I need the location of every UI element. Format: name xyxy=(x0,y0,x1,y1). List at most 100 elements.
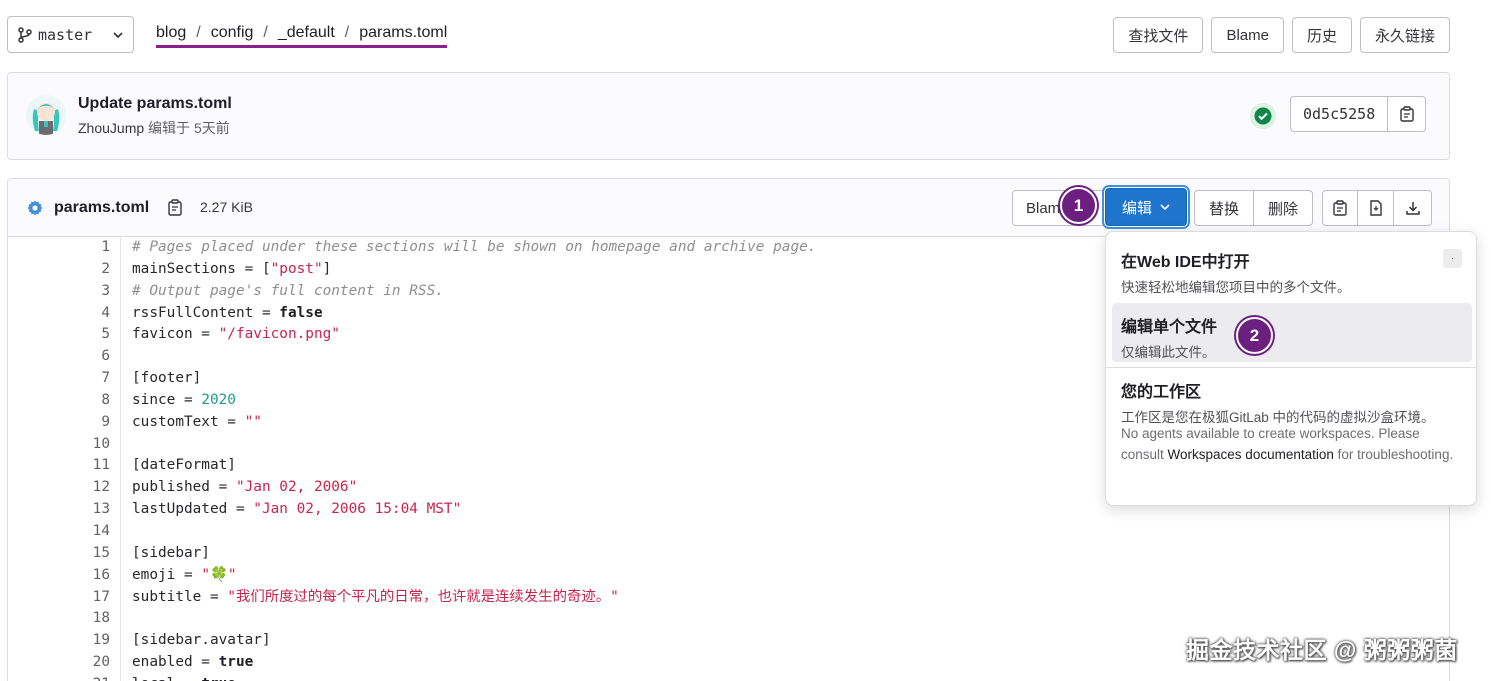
menu-item-edit-single-file[interactable]: 编辑单个文件 仅编辑此文件。 xyxy=(1112,303,1472,362)
line-number[interactable]: 7 xyxy=(8,368,110,390)
menu-item-description: 快速轻松地编辑您项目中的多个文件。 xyxy=(1121,280,1351,295)
workspaces-docs-link[interactable]: Workspaces documentation xyxy=(1168,447,1334,462)
edit-button-label: 编辑 xyxy=(1121,199,1152,217)
line-content: customText = "" xyxy=(132,413,262,430)
code-line: 15 [sidebar] xyxy=(8,542,1449,565)
line-content: # Pages placed under these sections will… xyxy=(132,239,817,255)
branch-icon xyxy=(18,26,32,43)
replace-button[interactable]: 替换 xyxy=(1194,190,1255,226)
raw-file-icon xyxy=(1369,200,1383,216)
line-number[interactable]: 6 xyxy=(8,346,110,368)
line-content: published = "Jan 02, 2006" xyxy=(132,479,358,496)
commit-time: 5天前 xyxy=(193,120,230,136)
line-number[interactable]: 11 xyxy=(8,455,110,477)
find-file-button[interactable]: 查找文件 xyxy=(1113,17,1204,53)
avatar[interactable] xyxy=(26,95,66,135)
line-number[interactable]: 1 xyxy=(8,237,110,259)
commit-meta: ZhouJump 编辑于 5天前 xyxy=(78,118,230,138)
workspaces-note: No agents available to create workspaces… xyxy=(1121,424,1461,465)
line-number[interactable]: 18 xyxy=(8,608,110,630)
commit-title[interactable]: Update params.toml xyxy=(78,95,232,113)
copy-sha-button[interactable] xyxy=(1388,96,1427,132)
line-number[interactable]: 21 xyxy=(8,674,110,681)
line-number[interactable]: 8 xyxy=(8,390,110,412)
history-button[interactable]: 历史 xyxy=(1291,17,1352,53)
line-content: local = true xyxy=(121,674,236,681)
branch-selector-button[interactable]: master xyxy=(7,16,134,53)
commit-sha-group: 0d5c5258 xyxy=(1290,96,1427,132)
line-number[interactable]: 13 xyxy=(8,499,110,521)
line-number[interactable]: 16 xyxy=(8,565,110,587)
breadcrumb-item-file[interactable]: params.toml xyxy=(359,24,447,42)
file-actions-group xyxy=(1322,190,1432,226)
step-badge-2: 2 xyxy=(1236,317,1273,354)
line-number[interactable]: 20 xyxy=(8,652,110,674)
line-content xyxy=(121,434,132,456)
breadcrumb-item-default[interactable]: _default xyxy=(278,24,335,42)
line-content xyxy=(121,346,132,368)
line-content: subtitle = "我们所度过的每个平凡的日常，也许就是连续发生的奇迹。" xyxy=(132,588,619,605)
line-number[interactable]: 5 xyxy=(8,324,110,346)
gear-file-icon xyxy=(26,199,44,217)
keyboard-shortcut-badge: · xyxy=(1443,249,1462,268)
breadcrumb-separator: / xyxy=(263,23,268,41)
chevron-down-icon xyxy=(113,31,123,38)
menu-item-title: 编辑单个文件 xyxy=(1121,319,1218,336)
copy-icon xyxy=(1400,106,1414,122)
file-size: 2.27 KiB xyxy=(200,199,253,215)
copy-contents-button[interactable] xyxy=(1322,190,1358,226)
menu-section-description: 工作区是您在极狐GitLab 中的代码的虚拟沙盒环境。 xyxy=(1121,410,1435,425)
line-content: favicon = "/favicon.png" xyxy=(132,326,340,343)
breadcrumb-separator: / xyxy=(196,23,201,41)
line-number[interactable]: 14 xyxy=(8,521,110,543)
breadcrumb-item-blog[interactable]: blog xyxy=(156,24,186,42)
note-text: for troubleshooting. xyxy=(1333,446,1454,462)
top-actions: 查找文件 Blame 历史 永久链接 xyxy=(1113,17,1450,53)
line-number[interactable]: 15 xyxy=(8,543,110,565)
file-name: params.toml xyxy=(54,199,150,216)
code-line: 16 emoji = "🍀" xyxy=(8,564,1449,587)
copy-file-path-icon[interactable] xyxy=(168,198,182,216)
pipeline-status-icon[interactable] xyxy=(1250,103,1276,129)
menu-item-title: 在Web IDE中打开 xyxy=(1121,254,1250,271)
watermark: 掘金技术社区 @ 粥粥粥菌 xyxy=(1186,637,1458,663)
edit-dropdown-menu: 在Web IDE中打开 快速轻松地编辑您项目中的多个文件。 · 编辑单个文件 仅… xyxy=(1105,231,1477,506)
code-line: 17 subtitle = "我们所度过的每个平凡的日常，也许就是连续发生的奇迹。… xyxy=(8,586,1449,609)
blame-button[interactable]: Blame xyxy=(1211,17,1284,53)
commit-author[interactable]: ZhouJump xyxy=(78,120,144,136)
last-commit-card: Update params.toml ZhouJump 编辑于 5天前 0d5c… xyxy=(7,72,1450,160)
breadcrumb: blog / config / _default / params.toml xyxy=(156,22,448,48)
permalink-button[interactable]: 永久链接 xyxy=(1359,17,1450,53)
line-number[interactable]: 2 xyxy=(8,259,110,281)
line-content: [sidebar.avatar] xyxy=(132,632,271,649)
commit-sha-button[interactable]: 0d5c5258 xyxy=(1290,96,1389,132)
edit-dropdown-button[interactable]: 编辑 xyxy=(1105,188,1187,226)
line-content: [dateFormat] xyxy=(132,457,236,474)
download-button[interactable] xyxy=(1394,190,1432,226)
code-line: 14 xyxy=(8,520,1449,543)
menu-section-title: 您的工作区 xyxy=(1121,384,1202,401)
breadcrumb-separator: / xyxy=(344,23,350,41)
line-number[interactable]: 12 xyxy=(8,477,110,499)
line-number[interactable]: 17 xyxy=(8,587,110,609)
open-raw-button[interactable] xyxy=(1358,190,1394,226)
line-content: lastUpdated = "Jan 02, 2006 15:04 MST" xyxy=(132,501,462,518)
file-header: params.toml 2.27 KiB Blame 编辑 替换 删除 xyxy=(8,179,1449,237)
breadcrumb-item-config[interactable]: config xyxy=(211,24,254,42)
delete-button[interactable]: 删除 xyxy=(1254,190,1314,226)
line-content: enabled = true xyxy=(132,654,254,671)
line-content: [footer] xyxy=(132,370,202,387)
line-number[interactable]: 3 xyxy=(8,281,110,303)
menu-item-open-web-ide[interactable]: 在Web IDE中打开 快速轻松地编辑您项目中的多个文件。 xyxy=(1112,238,1472,306)
line-content: # Output page's full content in RSS. xyxy=(132,282,444,299)
code-line: 18 xyxy=(8,608,1449,631)
line-number[interactable]: 4 xyxy=(8,303,110,325)
line-content: [sidebar] xyxy=(132,544,210,561)
download-icon xyxy=(1405,200,1421,216)
line-number[interactable]: 9 xyxy=(8,412,110,434)
line-content xyxy=(121,521,132,543)
line-content: rssFullContent = false xyxy=(132,304,323,321)
line-number[interactable]: 10 xyxy=(8,434,110,456)
line-number[interactable]: 19 xyxy=(8,630,110,652)
step-badge-1: 1 xyxy=(1060,187,1097,224)
